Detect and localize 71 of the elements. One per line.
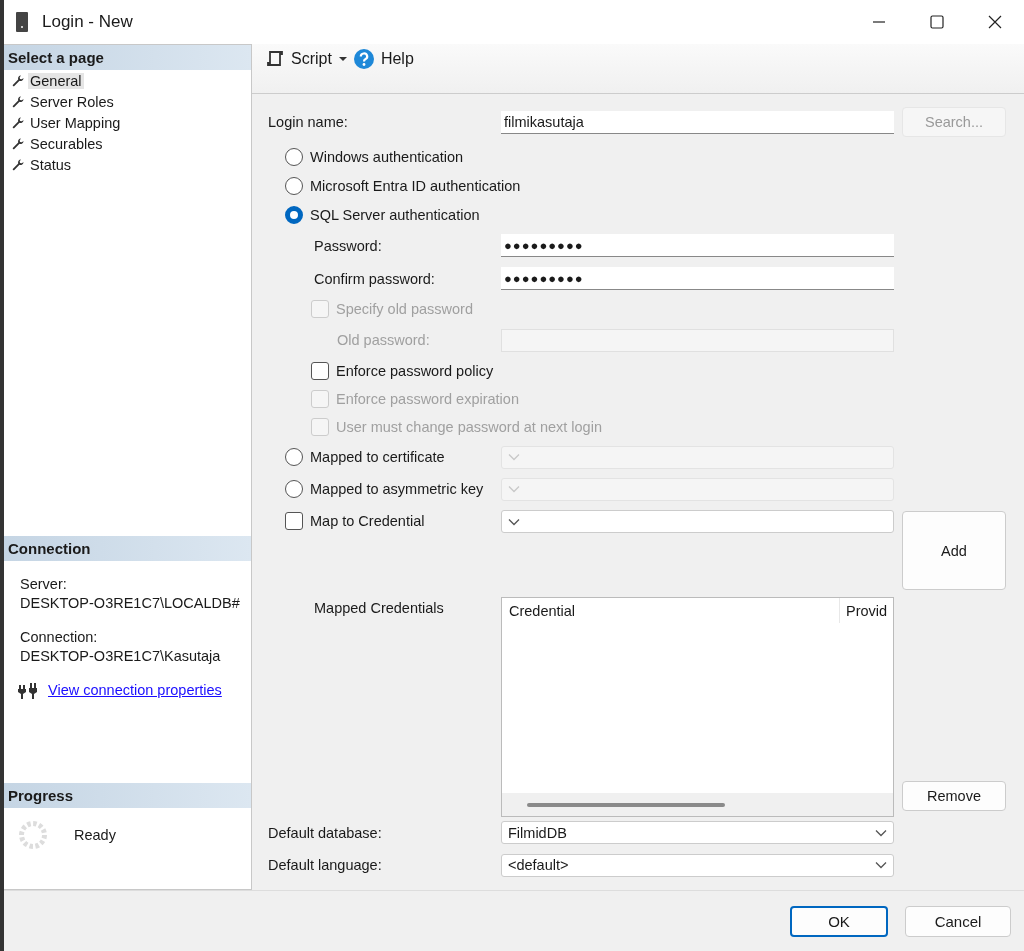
radio-label: Mapped to asymmetric key	[310, 481, 484, 497]
section-header: Connection	[4, 536, 251, 561]
login-name-value: filmikasutaja	[504, 113, 584, 130]
sidebar-item[interactable]: Securables	[28, 135, 105, 152]
password-label: Password:	[314, 237, 382, 254]
section-header: Select a page	[4, 45, 251, 70]
help-button[interactable]: Help	[351, 48, 416, 70]
password-field[interactable]: ●●●●●●●●●	[501, 234, 894, 257]
sidebar-item[interactable]: User Mapping	[28, 114, 123, 131]
dropdown[interactable]: FilmidDB	[501, 821, 894, 844]
help-icon	[353, 49, 374, 69]
sidebar-item[interactable]: Server Roles	[28, 93, 116, 110]
default-database-label: Default database:	[268, 824, 382, 841]
server-icon	[16, 12, 28, 32]
checkbox-label: User must change password at next login	[336, 419, 602, 435]
radio-label: Microsoft Entra ID authentication	[310, 177, 521, 194]
dialog-button[interactable]: OK	[790, 905, 888, 937]
column-header[interactable]: Provid	[840, 602, 888, 619]
radio-button[interactable]	[285, 176, 303, 195]
checkbox-label: Map to Credential	[310, 513, 425, 529]
connection-label: Connection:	[20, 628, 99, 647]
section-header: Progress	[4, 783, 251, 808]
spinner-icon	[18, 820, 48, 850]
radio-label: Windows authentication	[310, 148, 464, 165]
radio-button[interactable]	[285, 147, 303, 166]
default-language-label: Default language:	[268, 857, 382, 873]
remove-button[interactable]: Remove	[902, 781, 1006, 811]
connection-value: DESKTOP-O3RE1C7\Kasutaja	[20, 647, 222, 666]
mapped-credentials-label: Mapped Credentials	[314, 600, 444, 616]
connection-properties-link[interactable]: View connection properties	[48, 681, 222, 700]
chevron-down-icon	[508, 517, 520, 526]
server-value: DESKTOP-O3RE1C7\LOCALDB#	[20, 594, 241, 613]
login-name-field[interactable]: filmikasutaja	[501, 110, 894, 134]
column-header[interactable]: Credential	[502, 598, 840, 623]
scrollbar-thumb[interactable]	[527, 802, 725, 807]
script-button[interactable]: Script	[264, 48, 334, 70]
old-password-label: Old password:	[337, 332, 430, 348]
server-label: Server:	[20, 575, 68, 594]
checkbox[interactable]	[311, 362, 329, 380]
checkbox-label: Enforce password expiration	[336, 391, 519, 407]
dialog-button[interactable]: Cancel	[905, 905, 1011, 937]
password-field[interactable]: ●●●●●●●●●	[501, 267, 894, 290]
chevron-down-icon	[508, 453, 520, 461]
confirm-password-label: Confirm password:	[314, 270, 435, 287]
window-title: Login - New	[42, 12, 133, 32]
radio-label: SQL Server authentication	[310, 206, 480, 223]
chevron-down-icon	[875, 861, 887, 869]
add-button[interactable]: Add	[902, 511, 1006, 590]
wrench-icon	[12, 95, 24, 108]
sidebar-item[interactable]: General	[28, 72, 84, 89]
plug-icon	[18, 682, 38, 699]
script-icon	[266, 50, 284, 68]
checkbox-label: Specify old password	[336, 301, 473, 317]
checkbox[interactable]	[285, 512, 303, 530]
dropdown-value: FilmidDB	[508, 824, 567, 841]
progress-status: Ready	[74, 827, 116, 843]
dropdown[interactable]: <default>	[501, 853, 894, 877]
chevron-down-icon	[875, 828, 887, 837]
checkbox-label: Enforce password policy	[336, 363, 494, 379]
maximize-icon[interactable]	[930, 15, 944, 29]
wrench-icon	[12, 158, 24, 171]
wrench-icon	[12, 116, 24, 129]
wrench-icon	[12, 74, 24, 87]
chevron-down-icon	[508, 485, 520, 493]
radio-label: Mapped to certificate	[310, 449, 445, 465]
close-icon[interactable]	[988, 15, 1002, 29]
login-name-label: Login name:	[268, 114, 348, 130]
sidebar-item[interactable]: Status	[28, 156, 74, 173]
wrench-icon	[12, 137, 24, 150]
radio-button[interactable]	[285, 205, 303, 224]
dropdown-value: <default>	[508, 857, 569, 873]
